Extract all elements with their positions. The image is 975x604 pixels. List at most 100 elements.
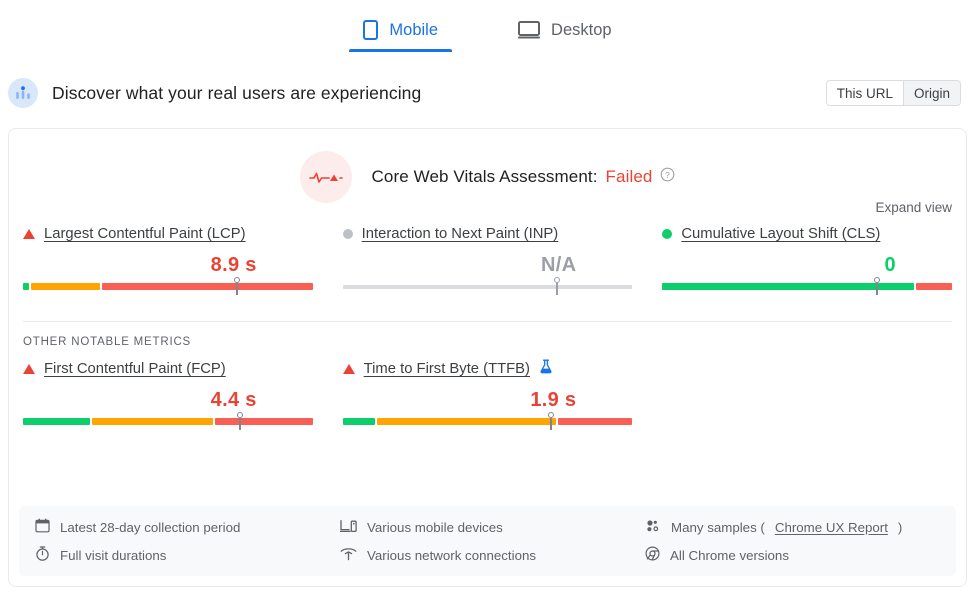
help-circle-icon[interactable]: ? bbox=[660, 167, 675, 187]
scope-toggle-origin[interactable]: Origin bbox=[903, 81, 960, 105]
red-triangle-icon bbox=[342, 364, 355, 374]
bar-segment-good bbox=[23, 418, 90, 425]
tab-mobile-label: Mobile bbox=[389, 20, 439, 39]
footer-item-devices: Various mobile devices bbox=[339, 518, 635, 536]
red-triangle-icon bbox=[23, 229, 35, 239]
bar-segment-poor bbox=[916, 283, 952, 290]
footer-label-devices: Various mobile devices bbox=[367, 519, 503, 535]
wifi-icon bbox=[340, 547, 357, 564]
percentile-marker bbox=[873, 277, 881, 297]
metric-ttfb-head: Time to First Byte (TTFB) bbox=[342, 358, 633, 380]
distribution-bar bbox=[342, 283, 633, 290]
cwv-assessment-row: Core Web Vitals Assessment: Failed ? bbox=[9, 129, 966, 203]
tab-active-underline bbox=[349, 49, 453, 52]
bar-segment-poor bbox=[558, 418, 633, 425]
percentile-marker bbox=[233, 277, 241, 297]
cwv-assessment-label: Core Web Vitals Assessment: bbox=[371, 167, 598, 186]
tab-desktop-label: Desktop bbox=[551, 20, 612, 39]
percentile-marker bbox=[553, 277, 561, 297]
footer-label-collection-period: Latest 28-day collection period bbox=[60, 519, 241, 535]
metric-fcp-label[interactable]: First Contentful Paint (FCP) bbox=[44, 361, 226, 377]
footer-item-network: Various network connections bbox=[340, 546, 635, 564]
percentile-marker bbox=[236, 412, 244, 432]
metric-fcp-bar bbox=[23, 412, 313, 434]
discover-header: Discover what your real users are experi… bbox=[0, 70, 975, 116]
bar-segment-good bbox=[23, 283, 29, 290]
tab-mobile[interactable]: Mobile bbox=[349, 18, 453, 52]
footer-item-collection-period: Latest 28-day collection period bbox=[35, 518, 330, 536]
footer-label-network: Various network connections bbox=[367, 547, 537, 563]
mobile-icon bbox=[363, 20, 379, 40]
metric-cls-head: Cumulative Layout Shift (CLS) bbox=[662, 223, 952, 245]
scope-toggle-group: This URL Origin bbox=[825, 80, 961, 106]
metric-cls: Cumulative Layout Shift (CLS) 0 bbox=[658, 223, 956, 299]
metric-lcp-value: 8.9 s bbox=[210, 254, 257, 276]
field-data-card: Core Web Vitals Assessment: Failed ? Exp… bbox=[8, 128, 967, 587]
collection-metadata-footer: Latest 28-day collection period Various … bbox=[19, 506, 956, 576]
metric-cls-label[interactable]: Cumulative Layout Shift (CLS) bbox=[681, 226, 880, 242]
distribution-bar bbox=[342, 418, 633, 425]
metric-fcp-head: First Contentful Paint (FCP) bbox=[23, 358, 313, 380]
metric-lcp-label[interactable]: Largest Contentful Paint (LCP) bbox=[44, 226, 246, 242]
metric-lcp: Largest Contentful Paint (LCP) 8.9 s bbox=[19, 223, 317, 299]
percentile-marker bbox=[547, 412, 555, 432]
footer-item-visit-durations: Full visit durations bbox=[35, 546, 330, 564]
device-tabbar: Mobile Desktop bbox=[0, 0, 975, 62]
expand-view-button[interactable]: Expand view bbox=[875, 200, 952, 215]
grey-dot-icon bbox=[342, 229, 353, 239]
metric-cls-bar bbox=[662, 277, 952, 299]
metric-ttfb: Time to First Byte (TTFB) 1.9 s bbox=[339, 358, 637, 434]
metric-ttfb-value: 1.9 s bbox=[530, 389, 577, 411]
bar-segment-needs-improvement bbox=[30, 283, 101, 290]
footer-label-chrome-versions: All Chrome versions bbox=[670, 547, 789, 563]
metric-fcp-value: 4.4 s bbox=[210, 389, 257, 411]
other-metrics-grid: First Contentful Paint (FCP) 4.4 s Time … bbox=[9, 348, 966, 434]
samples-icon bbox=[645, 519, 661, 536]
metric-inp-label[interactable]: Interaction to Next Paint (INP) bbox=[362, 226, 559, 242]
metric-lcp-bar bbox=[23, 277, 313, 299]
red-triangle-icon bbox=[23, 364, 35, 374]
other-metrics-heading: OTHER NOTABLE METRICS bbox=[23, 336, 192, 348]
bar-segment-needs-improvement bbox=[376, 418, 557, 425]
devices-icon bbox=[339, 519, 357, 536]
metric-ttfb-label[interactable]: Time to First Byte (TTFB) bbox=[364, 361, 530, 377]
timer-icon bbox=[35, 546, 50, 564]
green-dot-icon bbox=[662, 229, 673, 239]
calendar-icon bbox=[35, 518, 50, 536]
svg-text:?: ? bbox=[666, 170, 671, 180]
core-web-vitals-grid: Largest Contentful Paint (LCP) 8.9 s Int… bbox=[9, 203, 966, 299]
real-user-data-icon bbox=[8, 78, 38, 108]
bar-segment-needs-improvement bbox=[91, 418, 214, 425]
metric-cls-value: 0 bbox=[884, 254, 896, 276]
metric-fcp: First Contentful Paint (FCP) 4.4 s bbox=[19, 358, 317, 434]
footer-label-visit-durations: Full visit durations bbox=[60, 547, 167, 563]
failed-pulse-icon bbox=[299, 151, 352, 203]
bar-segment-empty bbox=[342, 284, 633, 289]
chrome-icon bbox=[645, 546, 660, 564]
metric-inp: Interaction to Next Paint (INP) N/A bbox=[339, 223, 637, 299]
metric-inp-bar bbox=[342, 277, 633, 299]
footer-item-samples: Many samples ( Chrome UX Report) bbox=[645, 518, 940, 536]
metric-inp-head: Interaction to Next Paint (INP) bbox=[342, 223, 633, 245]
chrome-ux-report-link[interactable]: Chrome UX Report bbox=[775, 520, 888, 535]
page-title: Discover what your real users are experi… bbox=[52, 82, 422, 103]
distribution-bar bbox=[23, 283, 313, 290]
metric-inp-value: N/A bbox=[540, 254, 577, 276]
footer-samples-suffix: ) bbox=[897, 519, 903, 535]
metric-placeholder bbox=[658, 358, 956, 434]
desktop-icon bbox=[518, 20, 541, 40]
experimental-flask-icon bbox=[539, 359, 553, 379]
tab-desktop[interactable]: Desktop bbox=[504, 18, 626, 52]
bar-segment-poor bbox=[102, 283, 313, 290]
metric-lcp-head: Largest Contentful Paint (LCP) bbox=[23, 223, 313, 245]
footer-label-samples: Many samples ( bbox=[671, 519, 765, 535]
bar-segment-good bbox=[342, 418, 375, 425]
bar-segment-poor bbox=[215, 418, 313, 425]
footer-item-chrome-versions: All Chrome versions bbox=[645, 546, 940, 564]
distribution-bar bbox=[662, 283, 952, 290]
cwv-assessment-text: Core Web Vitals Assessment: Failed ? bbox=[372, 167, 676, 187]
metric-ttfb-bar bbox=[342, 412, 633, 434]
scope-toggle-this-url[interactable]: This URL bbox=[826, 81, 903, 105]
distribution-bar bbox=[23, 418, 313, 425]
status-badge: Failed bbox=[605, 167, 653, 186]
